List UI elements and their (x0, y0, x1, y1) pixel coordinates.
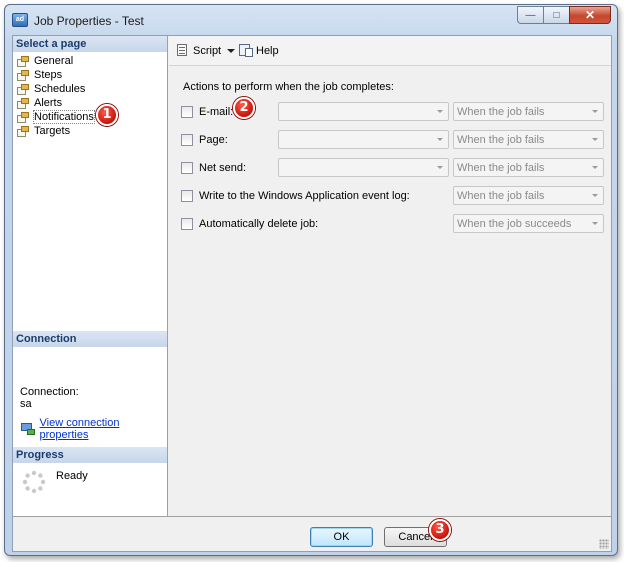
minimize-icon: — (525, 9, 536, 21)
event-log-checkbox[interactable] (181, 190, 193, 202)
callout-badge-2: 2 (233, 97, 255, 119)
page-icon (17, 55, 29, 67)
connection-value: sa (20, 398, 32, 410)
net-send-condition-dropdown[interactable]: When the job fails (453, 158, 604, 177)
event-log-label: Write to the Windows Application event l… (199, 190, 410, 202)
maximize-button[interactable]: □ (543, 6, 569, 24)
page-item-label: Targets (34, 125, 71, 137)
script-label: Script (193, 44, 222, 57)
callout-badge-3: 3 (429, 519, 451, 541)
page-list: General Steps Schedules Alerts Notificat… (17, 54, 95, 138)
toolbar: Script Help (169, 36, 611, 66)
page-item-label: Alerts (34, 97, 63, 109)
page-operator-dropdown[interactable] (278, 130, 449, 149)
progress-header: Progress (13, 447, 167, 463)
page-icon (17, 97, 29, 109)
chevron-down-icon (592, 222, 598, 225)
delete-job-checkbox[interactable] (181, 218, 193, 230)
net-send-operator-dropdown[interactable] (278, 158, 449, 177)
page-icon (17, 111, 29, 123)
page-item-label: Notifications (33, 110, 95, 124)
page-condition-dropdown[interactable]: When the job fails (453, 130, 604, 149)
page-label: Page: (199, 134, 228, 146)
chevron-down-icon (592, 110, 598, 113)
progress-spinner-icon (22, 470, 46, 494)
select-page-header: Select a page (13, 36, 167, 52)
maximize-icon: □ (553, 9, 560, 21)
page-item-steps[interactable]: Steps (17, 68, 94, 82)
help-icon (239, 44, 253, 57)
script-button[interactable]: Script (176, 44, 236, 57)
sql-agent-job-icon: ad (12, 13, 28, 27)
actions-label: Actions to perform when the job complete… (183, 81, 394, 93)
help-label: Help (256, 44, 279, 57)
delete-job-condition-dropdown[interactable]: When the job succeeds (453, 214, 604, 233)
help-button[interactable]: Help (239, 44, 279, 57)
page-item-label: Steps (34, 69, 63, 81)
resize-grip[interactable] (599, 539, 609, 549)
title-bar[interactable]: ad Job Properties - Test — □ ✕ (5, 5, 617, 35)
page-item-label: Schedules (34, 83, 86, 95)
email-condition-value: When the job fails (457, 106, 545, 118)
delete-job-condition-value: When the job succeeds (457, 218, 572, 230)
script-icon (176, 44, 190, 57)
page-icon (17, 69, 29, 81)
page-item-schedules[interactable]: Schedules (17, 82, 94, 96)
page-item-targets[interactable]: Targets (17, 124, 94, 138)
event-log-condition-value: When the job fails (457, 190, 545, 202)
left-panel: Select a page General Steps Schedules Al… (13, 36, 168, 516)
chevron-down-icon (437, 138, 443, 141)
view-connection-properties-label: View connection properties (39, 417, 120, 441)
net-send-checkbox[interactable] (181, 162, 193, 174)
net-send-label: Net send: (199, 162, 247, 174)
chevron-down-icon (592, 166, 598, 169)
page-item-label: General (34, 55, 74, 67)
window-title: Job Properties - Test (34, 14, 144, 28)
dialog-button-bar: OK Cancel (13, 516, 611, 551)
view-connection-properties-link[interactable]: View connection properties (21, 417, 167, 441)
job-properties-window: ad Job Properties - Test — □ ✕ Select a … (4, 4, 618, 556)
page-item-general[interactable]: General (17, 54, 94, 68)
close-icon: ✕ (584, 8, 596, 22)
page-checkbox[interactable] (181, 134, 193, 146)
chevron-down-icon (437, 110, 443, 113)
email-condition-dropdown[interactable]: When the job fails (453, 102, 604, 121)
page-item-alerts[interactable]: Alerts (17, 96, 94, 110)
event-log-condition-dropdown[interactable]: When the job fails (453, 186, 604, 205)
close-button[interactable]: ✕ (569, 6, 611, 24)
page-icon (17, 125, 29, 137)
email-checkbox[interactable] (181, 106, 193, 118)
ok-button[interactable]: OK (310, 527, 373, 547)
delete-job-label: Automatically delete job: (199, 218, 319, 230)
page-icon (17, 83, 29, 95)
chevron-down-icon (592, 138, 598, 141)
chevron-down-icon (437, 166, 443, 169)
chevron-down-icon[interactable] (227, 48, 236, 53)
page-condition-value: When the job fails (457, 134, 545, 146)
connection-label: Connection: (20, 386, 79, 398)
callout-badge-1: 1 (96, 104, 118, 126)
net-send-condition-value: When the job fails (457, 162, 545, 174)
minimize-button[interactable]: — (517, 6, 543, 24)
chevron-down-icon (592, 194, 598, 197)
page-item-notifications[interactable]: Notifications (17, 110, 95, 124)
connection-properties-icon (21, 423, 35, 435)
progress-status: Ready (56, 470, 88, 482)
email-label: E-mail: (199, 106, 234, 118)
email-operator-dropdown[interactable] (278, 102, 449, 121)
connection-header: Connection (13, 331, 167, 347)
